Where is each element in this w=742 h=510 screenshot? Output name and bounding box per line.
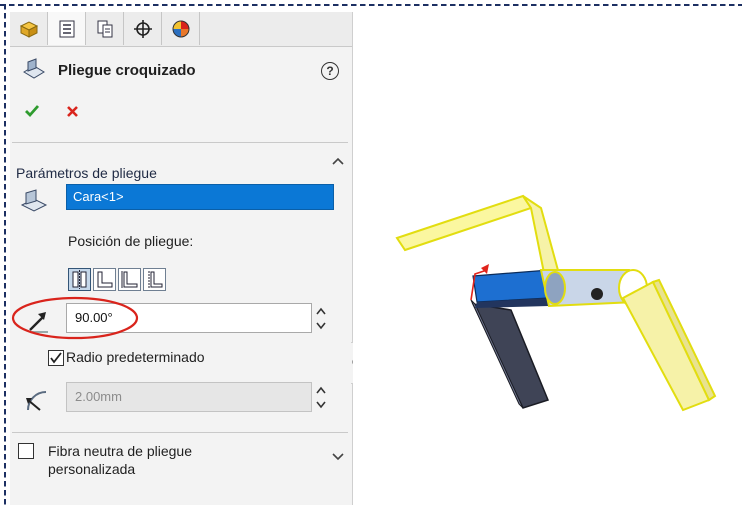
crosshair-icon xyxy=(133,19,152,38)
property-manager-panel: Pliegue croquizado ? Parámetros de plieg… xyxy=(10,12,360,505)
manager-tabs xyxy=(10,12,352,47)
bend-outside-icon xyxy=(148,271,163,288)
tab-dimxpert[interactable] xyxy=(124,12,162,45)
bend-position-centerline-button[interactable] xyxy=(68,268,91,291)
checkmark-icon xyxy=(50,352,62,364)
angle-spinner-icon[interactable] xyxy=(315,304,327,334)
divider xyxy=(12,432,348,433)
face-selection-icon xyxy=(20,189,48,212)
face-selection-value: Cara<1> xyxy=(73,189,124,204)
custom-fiber-label: Fibra neutra de pliegue personalizada xyxy=(48,442,192,478)
chevron-up-icon[interactable] xyxy=(331,156,345,166)
propertymanager-icon xyxy=(59,20,74,37)
configurationmanager-icon xyxy=(97,20,112,37)
bend-centerline-icon xyxy=(72,270,87,289)
custom-fiber-label-line1: Fibra neutra de pliegue xyxy=(48,443,192,459)
bend-position-label: Posición de pliegue: xyxy=(68,233,194,249)
divider xyxy=(12,142,348,143)
tab-displaymanager[interactable] xyxy=(162,12,200,45)
default-radius-label: Radio predeterminado xyxy=(66,349,205,365)
base-plate-face xyxy=(472,269,550,303)
bend-position-material-outside-button[interactable] xyxy=(118,268,141,291)
sketched-bend-icon xyxy=(23,58,45,79)
tab-configurationmanager[interactable] xyxy=(86,12,124,45)
radius-icon xyxy=(26,391,47,411)
bend-position-material-inside-button[interactable] xyxy=(93,268,116,291)
graphics-viewport[interactable] xyxy=(353,12,742,505)
face-selection-list[interactable]: Cara<1> xyxy=(66,184,334,210)
upper-flange-face xyxy=(395,194,533,252)
material-outside-icon xyxy=(121,271,138,288)
radius-spinner-icon[interactable] xyxy=(315,383,327,413)
bend-position-bend-outside-button[interactable] xyxy=(143,268,166,291)
custom-fiber-label-line2: personalizada xyxy=(48,461,136,477)
featuremanager-icon xyxy=(19,20,38,38)
question-icon[interactable]: ? xyxy=(321,62,339,80)
custom-fiber-checkbox[interactable] xyxy=(18,443,34,459)
left-flap-face xyxy=(471,303,550,409)
default-radius-checkbox[interactable] xyxy=(48,350,64,366)
dashed-border-left xyxy=(4,4,6,505)
bend-radius-value: 2.00mm xyxy=(75,389,122,404)
page-title: Pliegue croquizado xyxy=(58,62,196,79)
section-title-bend-parameters: Parámetros de pliegue xyxy=(16,165,157,181)
dashed-border-top xyxy=(0,4,742,6)
ok-check-icon[interactable] xyxy=(24,104,40,118)
material-inside-icon xyxy=(97,271,113,288)
chevron-down-icon[interactable] xyxy=(331,452,345,462)
sheet-metal-model xyxy=(395,194,717,412)
tab-featuremanager[interactable] xyxy=(10,12,48,45)
cancel-close-icon[interactable] xyxy=(66,105,79,118)
bend-radius-input[interactable]: 2.00mm xyxy=(66,382,312,412)
displaymanager-icon xyxy=(172,20,189,37)
tab-propertymanager[interactable] xyxy=(48,12,86,45)
angle-highlight-ellipse xyxy=(11,296,139,340)
